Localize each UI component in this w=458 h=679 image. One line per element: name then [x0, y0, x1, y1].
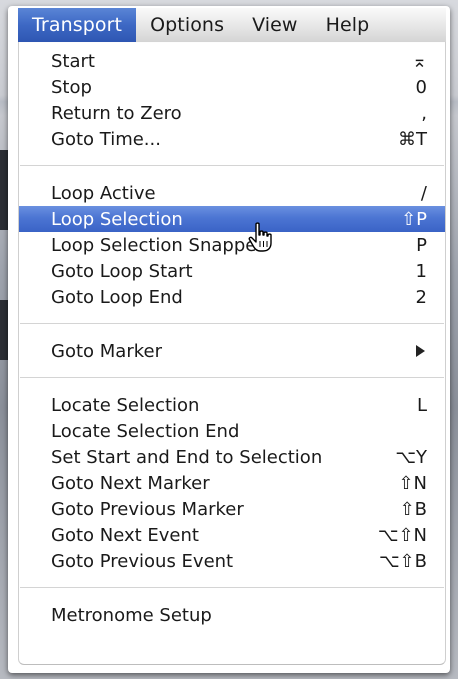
menu-item-loop-selection-snapped[interactable]: Loop Selection Snapped P: [19, 232, 445, 258]
menubar-item-view[interactable]: View: [238, 8, 312, 42]
menu-item-shortcut: ⇧B: [399, 498, 427, 520]
menu-item-shortcut: 1: [415, 260, 427, 282]
transport-dropdown-menu: Start ⌅ Stop 0 Return to Zero , Goto Tim…: [18, 42, 446, 665]
menu-item-label: Goto Next Marker: [51, 472, 210, 494]
pointing-hand-cursor-icon: [248, 222, 272, 252]
menu-item-label: Loop Selection: [51, 208, 183, 230]
menu-item-goto-loop-end[interactable]: Goto Loop End 2: [19, 284, 445, 310]
menu-item-shortcut: ⌥⇧B: [378, 550, 427, 572]
menu-item-shortcut: ⌥⇧N: [377, 524, 427, 546]
menu-item-label: Goto Previous Event: [51, 550, 234, 572]
menubar-item-transport[interactable]: Transport: [18, 8, 137, 42]
menu-item-label: Goto Previous Marker: [51, 498, 244, 520]
menu-item-label: Loop Active: [51, 182, 156, 204]
menu-item-shortcut: 2: [415, 286, 427, 308]
menu-item-label: Metronome Setup: [51, 604, 212, 626]
menu-item-stop[interactable]: Stop 0: [19, 74, 445, 100]
menu-item-label: Goto Loop End: [51, 286, 183, 308]
menu-item-label: Locate Selection End: [51, 420, 240, 442]
menu-item-label: Goto Marker: [51, 340, 162, 362]
menu-item-locate-selection-end[interactable]: Locate Selection End: [19, 418, 445, 444]
menu-item-shortcut: ⌥Y: [395, 446, 427, 468]
menubar-item-help[interactable]: Help: [312, 8, 384, 42]
menu-item-goto-time[interactable]: Goto Time... ⌘T: [19, 126, 445, 152]
menu-item-shortcut: ⌘T: [398, 128, 427, 150]
menu-item-shortcut: L: [416, 394, 427, 416]
menu-item-shortcut: /: [420, 182, 427, 204]
menu-bar: Transport Options View Help: [18, 8, 446, 43]
menu-item-goto-marker[interactable]: Goto Marker: [19, 338, 445, 364]
menu-separator: [20, 377, 444, 378]
menu-item-label: Stop: [51, 76, 92, 98]
menu-item-metronome-setup[interactable]: Metronome Setup: [19, 602, 445, 628]
menu-item-shortcut: ⇧P: [401, 208, 427, 230]
menu-item-goto-next-event[interactable]: Goto Next Event ⌥⇧N: [19, 522, 445, 548]
menu-item-label: Locate Selection: [51, 394, 200, 416]
menu-item-label: Set Start and End to Selection: [51, 446, 323, 468]
menu-item-shortcut: ⇧N: [398, 472, 427, 494]
menu-item-label: Start: [51, 50, 95, 72]
triangle-right-icon: [416, 345, 425, 357]
menu-item-label: Goto Loop Start: [51, 260, 193, 282]
menu-item-shortcut: ,: [421, 102, 427, 124]
menu-item-goto-previous-marker[interactable]: Goto Previous Marker ⇧B: [19, 496, 445, 522]
menu-item-goto-previous-event[interactable]: Goto Previous Event ⌥⇧B: [19, 548, 445, 574]
menu-item-label: Loop Selection Snapped: [51, 234, 268, 256]
menubar-item-options[interactable]: Options: [136, 8, 238, 42]
menu-item-shortcut: P: [416, 234, 427, 256]
menu-item-return-to-zero[interactable]: Return to Zero ,: [19, 100, 445, 126]
menu-item-locate-selection[interactable]: Locate Selection L: [19, 392, 445, 418]
menu-item-label: Return to Zero: [51, 102, 182, 124]
menu-item-loop-selection[interactable]: Loop Selection ⇧P: [19, 206, 445, 232]
menu-item-label: Goto Time...: [51, 128, 161, 150]
menu-separator: [20, 323, 444, 324]
menu-item-goto-next-marker[interactable]: Goto Next Marker ⇧N: [19, 470, 445, 496]
menu-item-label: Goto Next Event: [51, 524, 199, 546]
menu-item-start[interactable]: Start ⌅: [19, 48, 445, 74]
menu-separator: [20, 587, 444, 588]
menu-item-shortcut: 0: [415, 76, 427, 98]
menu-item-shortcut: ⌅: [411, 50, 427, 72]
menu-item-loop-active[interactable]: Loop Active /: [19, 180, 445, 206]
menu-item-set-start-and-end-to-selection[interactable]: Set Start and End to Selection ⌥Y: [19, 444, 445, 470]
menu-item-goto-loop-start[interactable]: Goto Loop Start 1: [19, 258, 445, 284]
menu-separator: [20, 165, 444, 166]
